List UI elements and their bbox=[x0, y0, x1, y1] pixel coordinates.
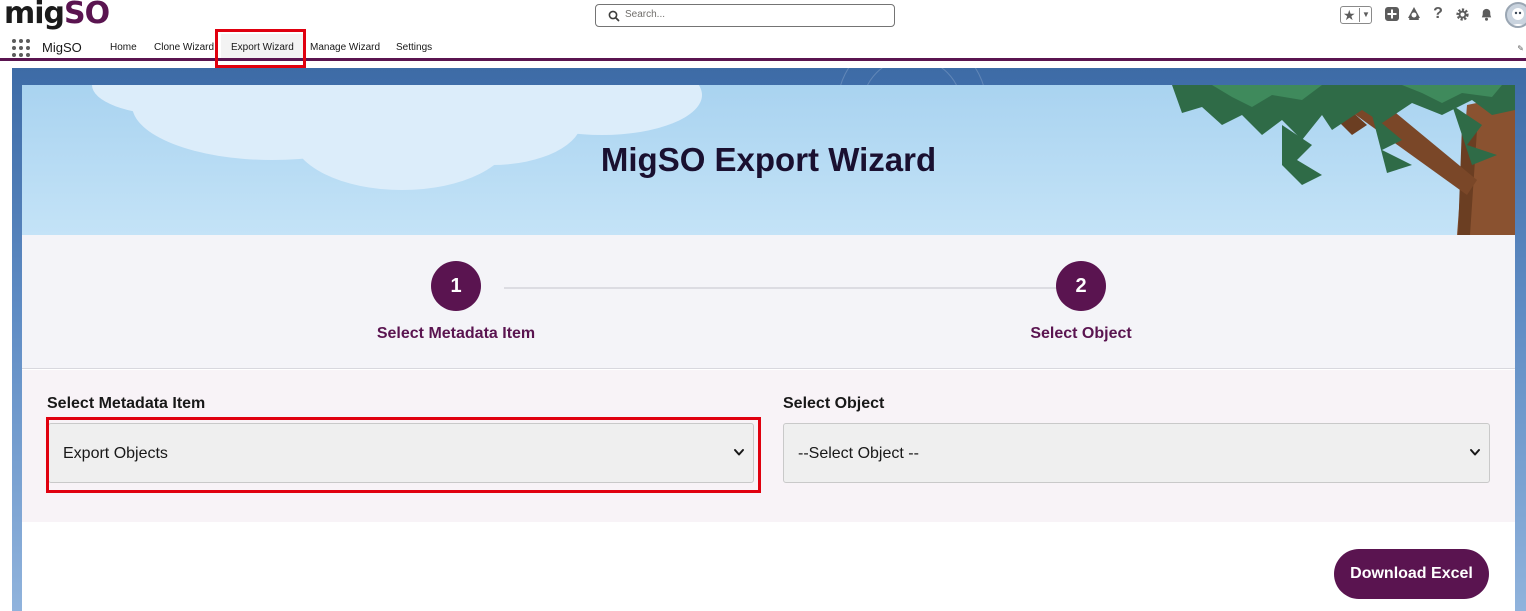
app-nav-bar: MigSO Home Clone Wizard Export Wizard Ma… bbox=[0, 34, 1526, 61]
chevron-down-icon[interactable]: ▼ bbox=[1362, 7, 1370, 23]
app-name: MigSO bbox=[42, 40, 82, 55]
select-object-label: Select Object bbox=[783, 395, 885, 412]
avatar[interactable] bbox=[1505, 2, 1526, 28]
help-icon: ? bbox=[1433, 5, 1443, 22]
plus-icon bbox=[1385, 7, 1399, 21]
search-input[interactable]: Search... bbox=[595, 4, 895, 27]
setup-button[interactable] bbox=[1453, 5, 1471, 23]
metadata-item-value: Export Objects bbox=[63, 445, 168, 462]
nav-tab-manage-wizard[interactable]: Manage Wizard bbox=[310, 42, 380, 53]
step-1-indicator[interactable]: 1 bbox=[431, 261, 481, 311]
step-2-label: Select Object bbox=[1030, 325, 1132, 342]
app-launcher-icon[interactable] bbox=[12, 39, 30, 57]
download-excel-button[interactable]: Download Excel bbox=[1334, 549, 1489, 599]
chevron-down-icon bbox=[1470, 449, 1480, 456]
nav-tab-export-wizard[interactable]: Export Wizard bbox=[221, 34, 304, 61]
select-object-select[interactable]: --Select Object -- bbox=[783, 423, 1490, 483]
wizard-form: Select Metadata Item Export Objects Sele… bbox=[22, 370, 1515, 522]
wizard-banner: MigSO Export Wizard bbox=[22, 85, 1515, 235]
select-object-value: --Select Object -- bbox=[798, 445, 919, 462]
metadata-item-label: Select Metadata Item bbox=[47, 395, 206, 412]
global-actions-button[interactable] bbox=[1383, 5, 1401, 23]
step-2-indicator[interactable]: 2 bbox=[1056, 261, 1106, 311]
wizard-card: MigSO Export Wizard 1 Select Metadata It… bbox=[22, 85, 1515, 611]
nav-tab-home[interactable]: Home bbox=[110, 42, 137, 53]
nav-tab-clone-wizard[interactable]: Clone Wizard bbox=[154, 42, 214, 53]
step-1-label: Select Metadata Item bbox=[376, 325, 536, 342]
nav-tab-settings[interactable]: Settings bbox=[396, 42, 432, 53]
global-header: migSO Search... ★ ▼ ? bbox=[0, 0, 1526, 34]
wizard-steps: 1 Select Metadata Item 2 Select Object bbox=[22, 235, 1515, 369]
bell-icon bbox=[1481, 8, 1491, 21]
trailhead-button[interactable] bbox=[1405, 5, 1423, 23]
help-button[interactable]: ? bbox=[1429, 5, 1447, 23]
gear-icon bbox=[1455, 7, 1469, 21]
notifications-button[interactable] bbox=[1477, 5, 1495, 23]
search-placeholder: Search... bbox=[625, 9, 666, 20]
trailhead-icon bbox=[1408, 7, 1420, 20]
migso-logo[interactable]: migSO bbox=[4, 0, 110, 31]
search-icon bbox=[608, 10, 620, 22]
star-icon: ★ bbox=[1343, 7, 1356, 23]
step-connector bbox=[504, 287, 1079, 289]
page-title: MigSO Export Wizard bbox=[600, 141, 937, 178]
user-avatar-icon bbox=[1511, 8, 1525, 26]
nav-edit-icon[interactable]: ✎ bbox=[1517, 44, 1524, 53]
favorites-button[interactable]: ★ ▼ bbox=[1340, 6, 1372, 24]
chevron-down-icon bbox=[734, 449, 744, 456]
metadata-item-select[interactable]: Export Objects bbox=[48, 423, 754, 483]
